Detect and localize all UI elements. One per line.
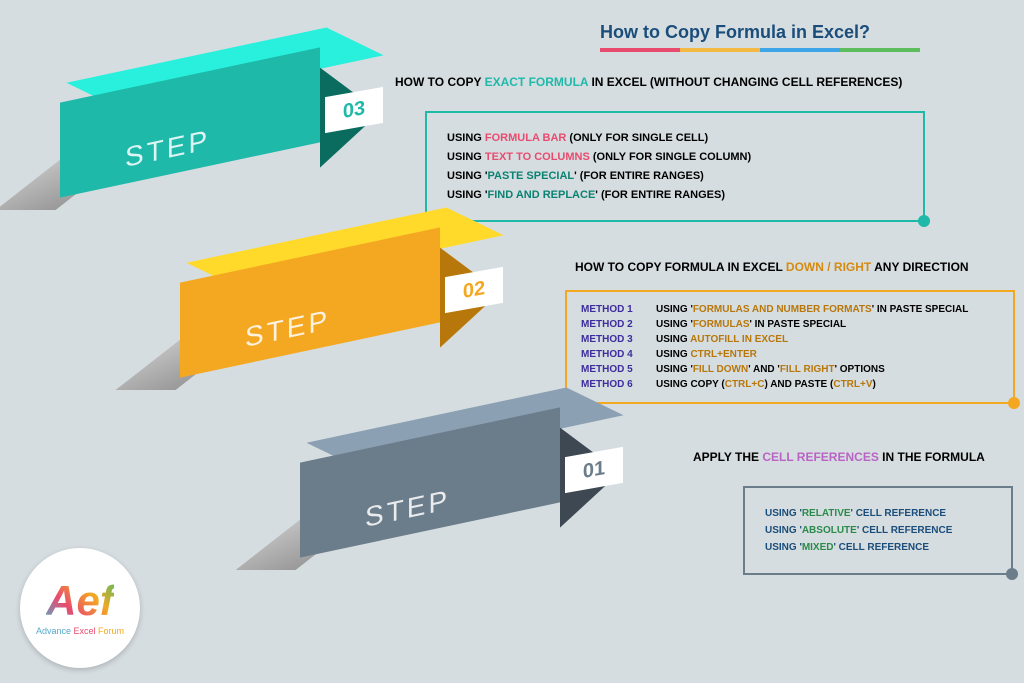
page-title: How to Copy Formula in Excel?: [600, 22, 870, 43]
step-1-content: APPLY THE CELL REFERENCES IN THE FORMULA…: [693, 450, 1013, 575]
step-2-arrow: STEP 02: [180, 255, 510, 395]
step-2-heading: HOW TO COPY FORMULA IN EXCEL DOWN / RIGH…: [575, 260, 1015, 274]
list-item: USING 'MIXED' CELL REFERENCE: [765, 542, 991, 553]
list-item: USING 'PASTE SPECIAL' (FOR ENTIRE RANGES…: [447, 170, 903, 182]
list-item: USING FORMULA BAR (ONLY FOR SINGLE CELL): [447, 132, 903, 144]
step-1-box: USING 'RELATIVE' CELL REFERENCE USING 'A…: [743, 486, 1013, 575]
step-3-arrow: STEP 03: [60, 75, 390, 215]
title-underline: [600, 48, 920, 52]
list-item: METHOD 2USING 'FORMULAS' IN PASTE SPECIA…: [581, 319, 999, 330]
box-dot-icon: [1008, 397, 1020, 409]
logo-icon: Aef: [46, 580, 114, 622]
step-1-heading: APPLY THE CELL REFERENCES IN THE FORMULA: [693, 450, 1013, 464]
list-item: METHOD 1USING 'FORMULAS AND NUMBER FORMA…: [581, 304, 999, 315]
list-item: USING 'RELATIVE' CELL REFERENCE: [765, 508, 991, 519]
step-1-arrow: STEP 01: [300, 435, 630, 575]
list-item: METHOD 3USING AUTOFILL IN EXCEL: [581, 334, 999, 345]
list-item: USING 'ABSOLUTE' CELL REFERENCE: [765, 525, 991, 536]
step-3-content: HOW TO COPY EXACT FORMULA IN EXCEL (WITH…: [395, 75, 1005, 222]
step-2-content: HOW TO COPY FORMULA IN EXCEL DOWN / RIGH…: [575, 260, 1015, 404]
list-item: METHOD 5USING 'FILL DOWN' AND 'FILL RIGH…: [581, 364, 999, 375]
step-3-box: USING FORMULA BAR (ONLY FOR SINGLE CELL)…: [425, 111, 925, 222]
step-3-heading: HOW TO COPY EXACT FORMULA IN EXCEL (WITH…: [395, 75, 1005, 89]
list-item: USING TEXT TO COLUMNS (ONLY FOR SINGLE C…: [447, 151, 903, 163]
logo-text: Advance Excel Forum: [36, 626, 124, 636]
list-item: METHOD 4USING CTRL+ENTER: [581, 349, 999, 360]
list-item: METHOD 6USING COPY (CTRL+C) AND PASTE (C…: [581, 379, 999, 390]
box-dot-icon: [1006, 568, 1018, 580]
step-2-box: METHOD 1USING 'FORMULAS AND NUMBER FORMA…: [565, 290, 1015, 404]
brand-logo: Aef Advance Excel Forum: [20, 548, 140, 668]
box-dot-icon: [918, 215, 930, 227]
list-item: USING 'FIND AND REPLACE' (FOR ENTIRE RAN…: [447, 189, 903, 201]
